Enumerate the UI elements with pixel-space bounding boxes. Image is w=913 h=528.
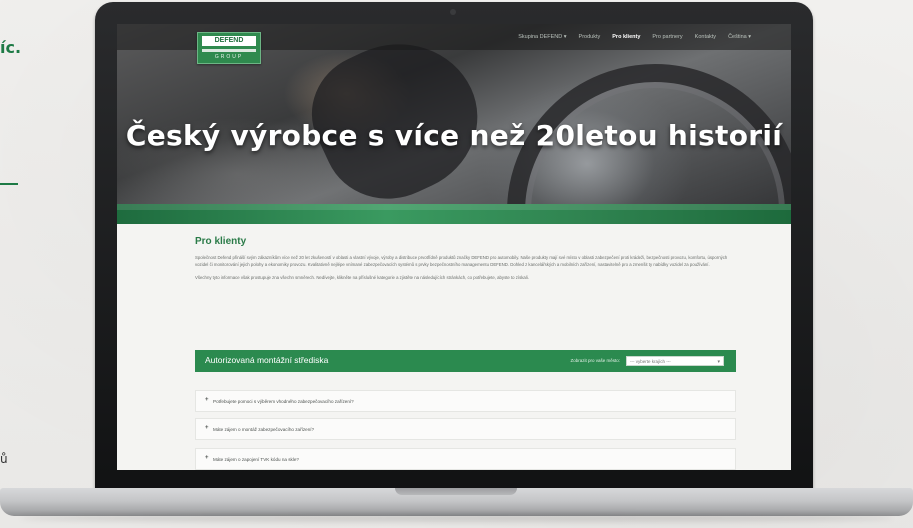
city-select-label: Zobrazit pro vaše město:	[570, 358, 620, 363]
laptop-lid: DEFEND GROUP Skupina DEFEND ▾ Produkty P…	[95, 2, 813, 497]
chevron-down-icon: ▾	[717, 359, 720, 365]
plus-icon: +	[205, 397, 209, 403]
plus-icon: +	[205, 455, 209, 461]
laptop-base	[0, 488, 913, 516]
plus-icon: +	[205, 425, 209, 431]
site-logo[interactable]: DEFEND GROUP	[197, 32, 261, 64]
logo-text: DEFEND	[202, 36, 256, 46]
service-centers-title: Autorizovaná montážní střediska	[205, 355, 329, 365]
nav-kontakty[interactable]: Kontakty	[695, 34, 716, 40]
hero-banner: DEFEND GROUP Skupina DEFEND ▾ Produkty P…	[117, 24, 791, 224]
accordion-label: Máte zájem o zapojení TVK kódu na skle?	[213, 456, 299, 462]
intro-paragraph: Společnost Defend přináší svým zákazníků…	[195, 255, 728, 267]
nav-language-select[interactable]: Čeština ▾	[728, 34, 751, 40]
accordion-label: Potřebujete pomoci s výběrem vhodného za…	[213, 398, 354, 404]
nav-produkty[interactable]: Produkty	[579, 34, 601, 40]
nav-pro-klienty[interactable]: Pro klienty	[612, 34, 640, 40]
secondary-paragraph: Všechny tyto informace však prostupuje z…	[195, 274, 529, 280]
hero-title: Český výrobce s více než 20letou histori…	[125, 119, 783, 152]
nav-pro-partnery[interactable]: Pro partnery	[652, 34, 682, 40]
logo-subtext: GROUP	[214, 54, 244, 60]
cut-off-heading: íc.	[0, 38, 22, 57]
laptop-screen: DEFEND GROUP Skupina DEFEND ▾ Produkty P…	[117, 24, 791, 470]
nav-skupina-defend[interactable]: Skupina DEFEND ▾	[518, 34, 566, 40]
cut-off-text: ů	[0, 452, 8, 466]
main-content: Pro klienty Společnost Defend přináší sv…	[195, 236, 735, 287]
main-nav: Skupina DEFEND ▾ Produkty Pro klienty Pr…	[518, 24, 751, 50]
city-select-value: --- vyberte krajích ---	[630, 359, 671, 364]
accordion-item-installation[interactable]: + Máte zájem o montáž zabezpečovacího za…	[195, 418, 736, 440]
accordion-item-tvk-code[interactable]: + Máte zájem o zapojení TVK kódu na skle…	[195, 448, 736, 470]
accordion-label: Máte zájem o montáž zabezpečovacího zaří…	[213, 426, 315, 432]
hero-green-stripe	[117, 204, 791, 224]
laptop-shadow	[20, 514, 893, 522]
city-select[interactable]: --- vyberte krajích --- ▾	[626, 356, 724, 366]
camera-icon	[450, 9, 456, 15]
service-centers-bar: Autorizovaná montážní střediska Zobrazit…	[195, 350, 736, 372]
laptop-notch	[395, 488, 517, 495]
logo-divider	[202, 49, 256, 52]
section-title: Pro klienty	[195, 236, 247, 247]
cut-off-divider	[0, 183, 18, 185]
accordion-item-selection-help[interactable]: + Potřebujete pomoci s výběrem vhodného …	[195, 390, 736, 412]
